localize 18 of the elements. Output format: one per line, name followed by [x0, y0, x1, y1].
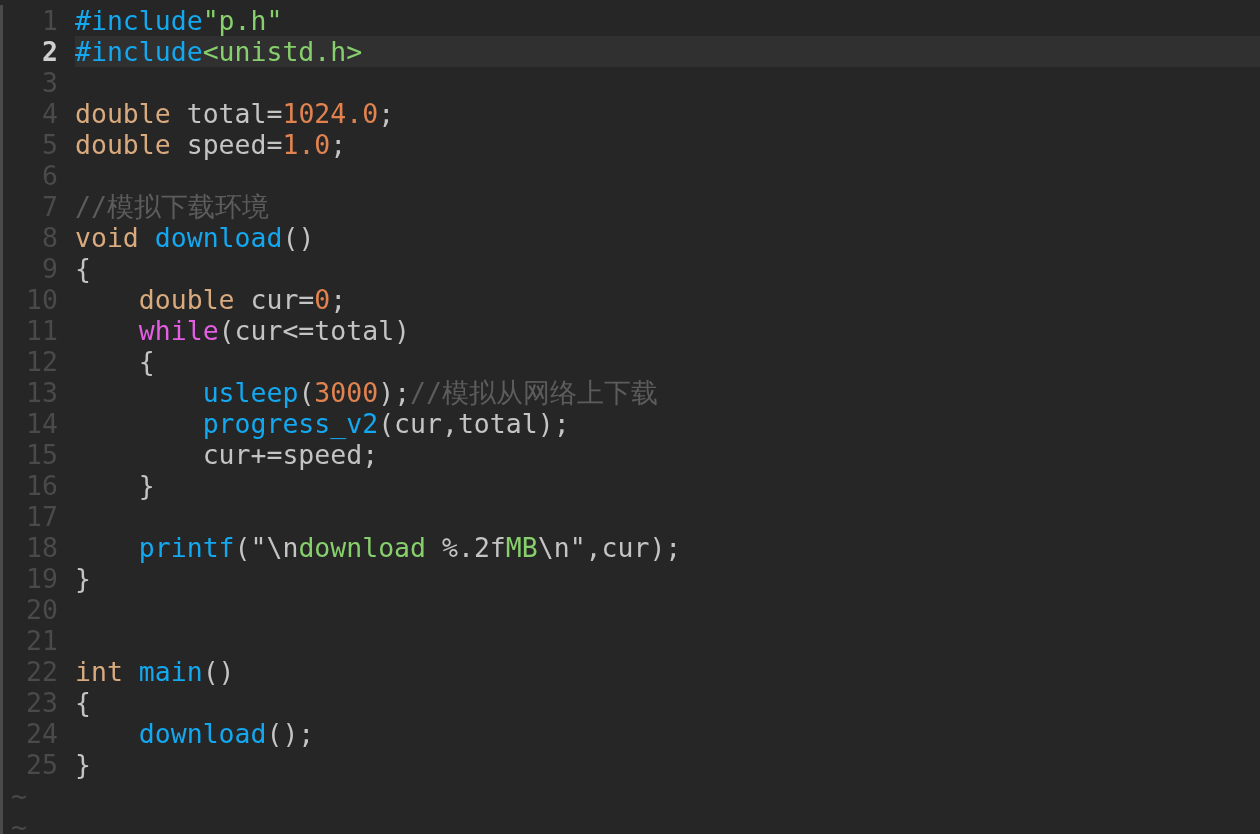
- code-line: #include"p.h": [75, 5, 284, 36]
- code-line: void download(): [75, 222, 316, 253]
- code-line: while(cur<=total): [137, 315, 412, 346]
- code-line: {: [75, 687, 92, 718]
- code-line: cur+=speed;: [201, 439, 380, 470]
- code-line: {: [137, 346, 156, 377]
- code-line: {: [75, 253, 92, 284]
- code-line: download();: [137, 718, 316, 749]
- code-line: progress_v2(cur,total);: [201, 408, 571, 439]
- code-line: double cur=0;: [137, 284, 348, 315]
- code-line: double speed=1.0;: [75, 129, 348, 160]
- code-line: printf("\ndownload %.2fMB\n",cur);: [137, 532, 683, 563]
- code-line: double total=1024.0;: [75, 98, 396, 129]
- code-line: }: [75, 749, 92, 780]
- code-line: }: [75, 563, 92, 594]
- code-line: }: [137, 470, 156, 501]
- code-line: int main(): [75, 656, 236, 687]
- line-number: 2: [0, 36, 58, 67]
